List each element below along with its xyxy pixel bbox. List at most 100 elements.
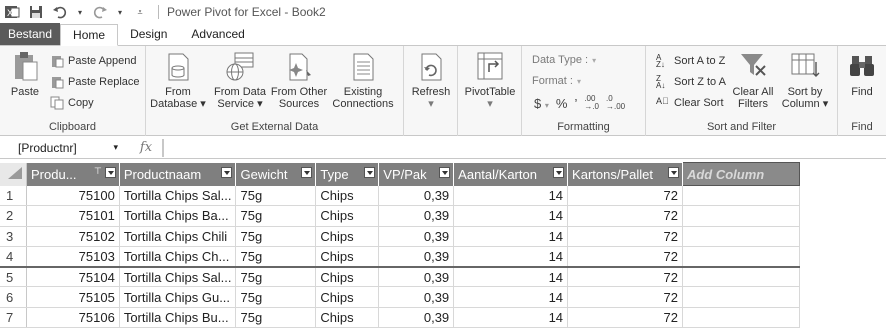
- table-row[interactable]: 2 75101 Tortilla Chips Ba... 75g Chips 0,39 14…: [0, 205, 886, 227]
- select-all-corner[interactable]: [0, 162, 27, 186]
- table-cell[interactable]: 0,39: [378, 185, 455, 207]
- filter-dropdown-icon[interactable]: [667, 166, 679, 178]
- table-cell[interactable]: Tortilla Chips Gu...: [119, 286, 237, 308]
- table-cell[interactable]: 75100: [26, 185, 120, 207]
- currency-button[interactable]: $ ▾: [534, 96, 549, 111]
- formula-input[interactable]: [164, 139, 886, 157]
- table-cell[interactable]: 14: [453, 266, 569, 288]
- add-column-cell[interactable]: [682, 307, 800, 328]
- column-header-vp-pak[interactable]: VP/Pak: [378, 162, 455, 186]
- tab-design[interactable]: Design: [118, 23, 179, 45]
- fx-icon[interactable]: fx: [131, 140, 161, 155]
- filter-dropdown-icon[interactable]: [221, 166, 233, 178]
- table-cell[interactable]: 72: [567, 205, 683, 227]
- table-cell[interactable]: Chips: [315, 266, 380, 288]
- filter-dropdown-icon[interactable]: [439, 166, 451, 178]
- filter-dropdown-icon[interactable]: [104, 166, 116, 178]
- table-cell[interactable]: Chips: [315, 205, 380, 227]
- table-cell[interactable]: 75106: [26, 307, 120, 328]
- table-cell[interactable]: Chips: [315, 185, 380, 207]
- table-cell[interactable]: 0,39: [378, 266, 455, 288]
- table-cell[interactable]: 72: [567, 286, 683, 308]
- filter-dropdown-icon[interactable]: [301, 166, 313, 178]
- from-database-button[interactable]: From Database ▾: [150, 50, 206, 110]
- find-button[interactable]: Find: [842, 50, 882, 98]
- pivottable-button[interactable]: PivotTable ▾: [462, 50, 518, 110]
- from-data-service-button[interactable]: From Data Service ▾: [210, 50, 270, 110]
- table-cell[interactable]: 0,39: [378, 286, 455, 308]
- column-header-aantal-karton[interactable]: Aantal/Karton: [453, 162, 569, 186]
- table-row[interactable]: 7 75106 Tortilla Chips Bu... 75g Chips 0,39 14…: [0, 307, 886, 328]
- add-column-cell[interactable]: [682, 185, 800, 207]
- table-cell[interactable]: Tortilla Chips Sal...: [119, 266, 237, 288]
- table-row[interactable]: 1 75100 Tortilla Chips Sal... 75g Chips 0,39 1…: [0, 185, 886, 207]
- column-header-productnr[interactable]: Produ... ⊤: [26, 162, 120, 186]
- column-header-type[interactable]: Type: [315, 162, 380, 186]
- table-cell[interactable]: 75g: [235, 185, 317, 207]
- filter-dropdown-icon[interactable]: [553, 166, 565, 178]
- table-cell[interactable]: 14: [453, 226, 569, 247]
- refresh-button[interactable]: Refresh ▾: [408, 50, 454, 110]
- tab-bestand[interactable]: Bestand: [0, 23, 61, 45]
- customize-toolbar-icon[interactable]: ⩡: [132, 4, 148, 20]
- table-cell[interactable]: 75103: [26, 246, 120, 268]
- row-number[interactable]: 2: [0, 205, 27, 227]
- existing-connections-button[interactable]: Existing Connections: [330, 50, 396, 110]
- filter-dropdown-icon[interactable]: [364, 166, 376, 178]
- table-cell[interactable]: 14: [453, 286, 569, 308]
- table-cell[interactable]: Chips: [315, 307, 380, 328]
- add-column-cell[interactable]: [682, 246, 800, 268]
- paste-replace-button[interactable]: Paste Replace: [50, 75, 140, 89]
- table-cell[interactable]: 72: [567, 246, 683, 268]
- add-column-header[interactable]: Add Column: [681, 162, 800, 186]
- table-cell[interactable]: 75g: [235, 307, 317, 328]
- table-cell[interactable]: Chips: [315, 226, 380, 247]
- paste-button[interactable]: Paste: [6, 50, 44, 98]
- table-row[interactable]: 3 75102 Tortilla Chips Chili 75g Chips 0,39 14…: [0, 226, 886, 247]
- row-number[interactable]: 1: [0, 185, 27, 207]
- table-row[interactable]: 4 75103 Tortilla Chips Ch... 75g Chips 0,39 14…: [0, 246, 886, 268]
- table-cell[interactable]: 75104: [26, 266, 120, 288]
- table-cell[interactable]: 0,39: [378, 246, 455, 268]
- data-type-dropdown[interactable]: Data Type : ▾: [532, 54, 596, 66]
- table-row[interactable]: 5 75104 Tortilla Chips Sal... 75g Chips 0,39 1…: [0, 266, 886, 288]
- table-cell[interactable]: 0,39: [378, 307, 455, 328]
- tab-home[interactable]: Home: [60, 24, 119, 46]
- table-cell[interactable]: 75102: [26, 226, 120, 247]
- table-row[interactable]: 6 75105 Tortilla Chips Gu... 75g Chips 0,39 14…: [0, 286, 886, 308]
- format-dropdown[interactable]: Format : ▾: [532, 75, 581, 87]
- row-number[interactable]: 4: [0, 246, 27, 268]
- column-header-gewicht[interactable]: Gewicht: [235, 162, 317, 186]
- add-column-cell[interactable]: [682, 266, 800, 288]
- table-cell[interactable]: 72: [567, 226, 683, 247]
- table-cell[interactable]: 0,39: [378, 205, 455, 227]
- clear-all-filters-button[interactable]: Clear All Filters: [730, 50, 776, 110]
- table-cell[interactable]: 75g: [235, 246, 317, 268]
- table-cell[interactable]: Tortilla Chips Ba...: [119, 205, 237, 227]
- increase-decimal-button[interactable]: .00 →.0: [584, 95, 599, 111]
- table-cell[interactable]: Tortilla Chips Sal...: [119, 185, 237, 207]
- table-cell[interactable]: 0,39: [378, 226, 455, 247]
- sort-za-button[interactable]: Z A↓ Sort Z to A: [656, 75, 726, 90]
- sort-by-column-button[interactable]: Sort by Column ▾: [780, 50, 830, 110]
- column-header-kartons-pallet[interactable]: Kartons/Pallet: [567, 162, 683, 186]
- table-cell[interactable]: 75101: [26, 205, 120, 227]
- undo-icon[interactable]: [52, 4, 68, 20]
- decrease-decimal-button[interactable]: .0 →.00: [606, 95, 625, 111]
- table-cell[interactable]: 75105: [26, 286, 120, 308]
- table-cell[interactable]: 72: [567, 307, 683, 328]
- add-column-cell[interactable]: [682, 226, 800, 247]
- comma-button[interactable]: ’: [574, 96, 577, 111]
- table-cell[interactable]: 14: [453, 205, 569, 227]
- table-cell[interactable]: Chips: [315, 286, 380, 308]
- column-header-productnaam[interactable]: Productnaam: [119, 162, 237, 186]
- from-other-sources-button[interactable]: From Other Sources: [270, 50, 328, 110]
- add-column-cell[interactable]: [682, 286, 800, 308]
- paste-append-button[interactable]: Paste Append: [50, 54, 137, 68]
- percent-button[interactable]: %: [556, 96, 568, 111]
- tab-advanced[interactable]: Advanced: [179, 23, 256, 45]
- table-cell[interactable]: Tortilla Chips Chili: [119, 226, 237, 247]
- table-cell[interactable]: 14: [453, 185, 569, 207]
- table-cell[interactable]: 14: [453, 307, 569, 328]
- redo-icon[interactable]: [92, 4, 108, 20]
